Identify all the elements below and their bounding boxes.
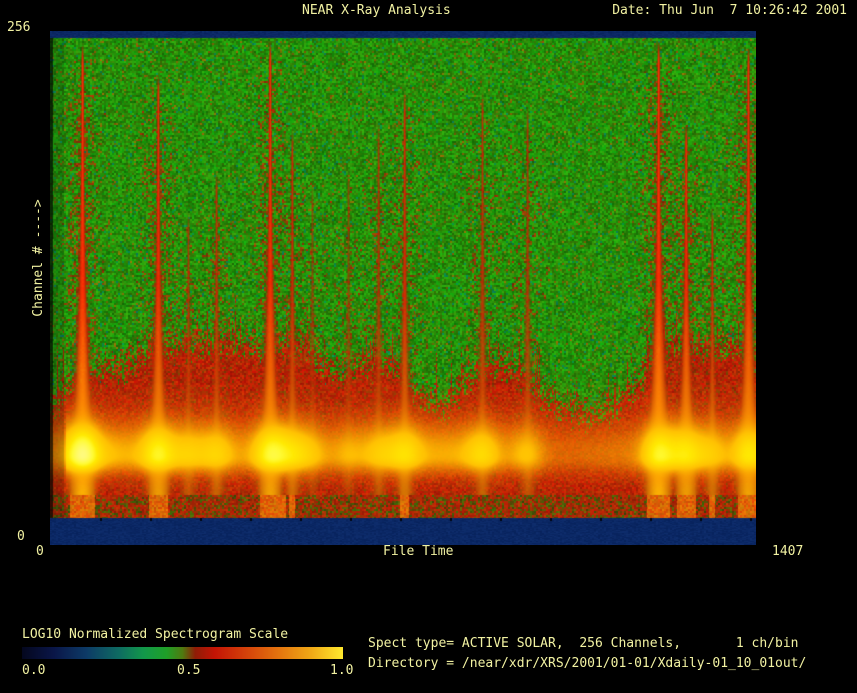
scale-tick-max: 1.0 (330, 664, 353, 678)
x-axis-max-label: 1407 (772, 545, 803, 559)
scale-bar-title: LOG10 Normalized Spectrogram Scale (22, 628, 288, 642)
spect-type-line: Spect type= ACTIVE SOLAR, 256 Channels, … (368, 637, 798, 651)
near-xray-analysis-window: { "window": { "bg": "#000000", "text_col… (0, 0, 857, 693)
y-axis-title: Channel # ----> (32, 199, 46, 316)
scale-tick-mid: 0.5 (177, 664, 200, 678)
date-label: Date: Thu Jun 7 10:26:42 2001 (612, 4, 847, 18)
page-title: NEAR X-Ray Analysis (302, 4, 451, 18)
directory-line: Directory = /near/xdr/XRS/2001/01-01/Xda… (368, 657, 806, 671)
y-axis-max-label: 256 (7, 21, 30, 35)
y-axis-min-label: 0 (17, 530, 25, 544)
colorbar-gradient (22, 647, 343, 659)
spectrogram-canvas (50, 31, 756, 545)
scale-tick-min: 0.0 (22, 664, 45, 678)
x-axis-title: File Time (383, 545, 453, 559)
x-axis-min-label: 0 (36, 545, 44, 559)
